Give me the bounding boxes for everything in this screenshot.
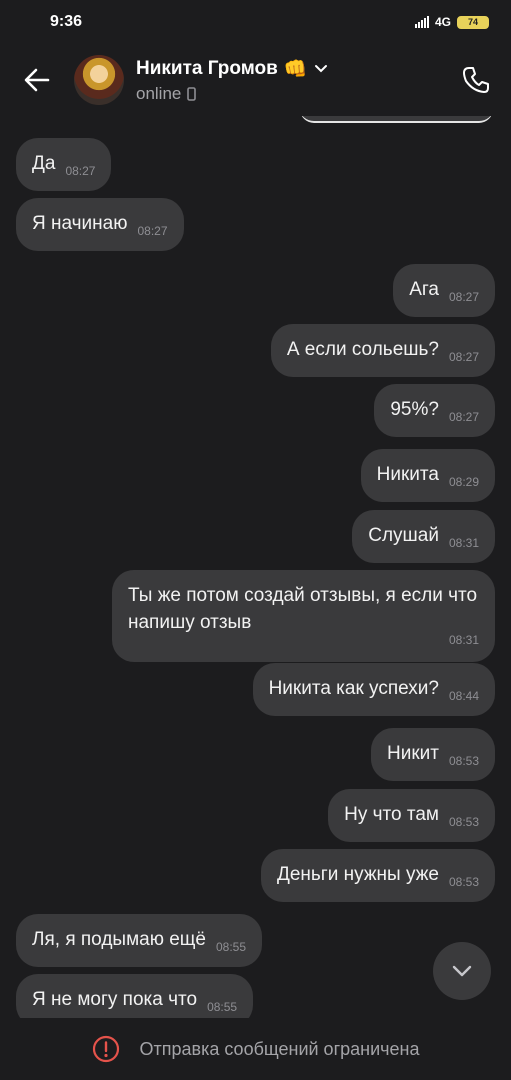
message-bubble-outgoing[interactable]: А если сольешь? 08:27 [270, 324, 495, 377]
message-bubble-incoming[interactable]: Я начинаю 08:27 [16, 198, 184, 251]
message-text: Никита [376, 464, 439, 485]
contact-info[interactable]: Никита Громов 👊 online [136, 57, 441, 104]
message-text: А если сольешь? [286, 339, 439, 360]
message-time: 08:53 [448, 875, 479, 889]
message-bubble-outgoing[interactable]: Никит 08:53 [371, 728, 495, 781]
message-text: Слушай [368, 525, 439, 546]
message-text: Я не могу пока что [32, 989, 198, 1010]
message-text: Да [32, 153, 56, 174]
contact-name: Никита Громов [136, 57, 278, 79]
status-time: 9:36 [50, 13, 83, 30]
arrow-left-icon [24, 68, 50, 92]
battery-icon: 74 [457, 15, 489, 29]
chevron-down-icon [452, 965, 472, 977]
message-time: 08:27 [137, 224, 168, 238]
message-text: 95%? [390, 399, 439, 420]
message-text: Ты же потом создай отзывы, я если что на… [128, 585, 478, 633]
message-text: Ну что там [344, 804, 439, 825]
back-button[interactable] [0, 44, 74, 116]
restriction-text: Отправка сообщений ограничена [139, 1038, 420, 1059]
message-bubble-outgoing[interactable]: Никита как успехи? 08:44 [252, 663, 495, 716]
status-bar: 9:36 4G 74 [0, 0, 511, 44]
message-text: Ага [409, 279, 439, 300]
message-time: 08:55 [207, 1000, 238, 1014]
message-bubble-outgoing[interactable]: Ты же потом создай отзывы, я если что на… [112, 570, 495, 662]
message-text: Никита как успехи? [268, 678, 439, 699]
message-bubble-outgoing[interactable]: Слушай 08:31 [352, 510, 495, 563]
message-bubble-outgoing[interactable]: Ну что там 08:53 [328, 789, 495, 842]
message-text: Никит [387, 743, 439, 764]
message-bubble-incoming[interactable]: Я не могу пока что 08:55 [16, 974, 254, 1018]
message-time: 08:27 [448, 290, 479, 304]
message-time: 08:27 [448, 350, 479, 364]
message-list[interactable]: Да 08:27 Я начинаю 08:27 Ага 08:27 А если с… [0, 116, 511, 1018]
message-time: 08:53 [448, 754, 479, 768]
avatar[interactable] [74, 55, 124, 105]
message-bubble-incoming[interactable]: Ля, я подымаю ещё 08:55 [16, 914, 263, 967]
message-time: 08:27 [448, 410, 479, 424]
status-icons: 4G 74 [414, 15, 489, 29]
call-button[interactable] [441, 44, 511, 116]
battery-level: 74 [467, 17, 478, 27]
presence-status: online [136, 83, 182, 103]
scroll-down-button[interactable] [433, 942, 491, 1000]
message-bubble-outgoing[interactable]: Никита 08:29 [360, 449, 495, 502]
mobile-device-icon [187, 86, 197, 101]
previous-message-edge [300, 116, 493, 123]
message-text: Деньги нужны уже [276, 864, 439, 885]
signal-icon [414, 16, 429, 28]
alert-circle-icon [92, 1035, 119, 1063]
message-text: Я начинаю [32, 213, 128, 234]
fist-emoji: 👊 [283, 58, 308, 80]
chat-header: Никита Громов 👊 online [0, 44, 511, 116]
phone-icon [463, 67, 489, 93]
message-bubble-outgoing[interactable]: 95%? 08:27 [374, 384, 495, 437]
message-time: 08:55 [216, 940, 247, 954]
chevron-down-icon [314, 64, 327, 72]
message-time: 08:29 [448, 475, 479, 489]
messaging-restricted-notice: Отправка сообщений ограничена [0, 1018, 511, 1080]
message-text: Ля, я подымаю ещё [32, 929, 206, 950]
message-time: 08:53 [448, 815, 479, 829]
message-bubble-outgoing[interactable]: Деньги нужны уже 08:53 [260, 849, 495, 902]
message-time: 08:27 [65, 164, 96, 178]
message-bubble-incoming[interactable]: Да 08:27 [16, 138, 112, 191]
message-time: 08:31 [448, 536, 479, 550]
message-time: 08:44 [448, 689, 479, 703]
message-time: 08:31 [448, 633, 479, 647]
network-label: 4G [434, 15, 451, 29]
message-bubble-outgoing[interactable]: Ага 08:27 [393, 264, 495, 317]
